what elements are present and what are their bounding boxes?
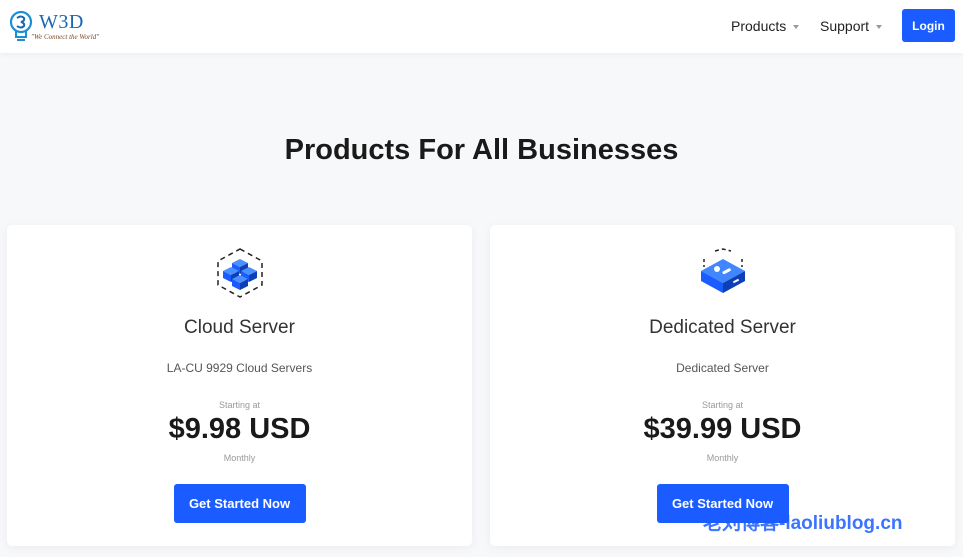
product-price: $9.98 USD xyxy=(168,413,311,445)
page-title: Products For All Businesses xyxy=(284,134,679,166)
nav-support-label: Support xyxy=(820,18,870,34)
billing-period: Monthly xyxy=(706,453,739,463)
login-button[interactable]: Login xyxy=(902,9,955,42)
nav-products[interactable]: Products xyxy=(731,18,800,34)
product-name: Dedicated Server xyxy=(649,317,796,338)
product-description: Dedicated Server xyxy=(676,361,769,375)
nav-products-label: Products xyxy=(731,18,787,34)
logo-wordmark: W3D xyxy=(39,11,84,33)
starting-at-label: Starting at xyxy=(701,400,744,410)
product-price: $39.99 USD xyxy=(643,413,802,445)
top-navbar: W3D "We Connect the World" Products Supp… xyxy=(0,0,963,53)
product-description: LA-CU 9929 Cloud Servers xyxy=(166,361,313,375)
product-card-cloud-server: Cloud Server LA-CU 9929 Cloud Servers St… xyxy=(7,225,472,546)
billing-period: Monthly xyxy=(223,453,256,463)
watermark-text: 老刘博客-laoliublog.cn xyxy=(703,513,903,534)
server-box-icon xyxy=(700,248,745,293)
chevron-down-icon xyxy=(876,25,883,30)
nav-support[interactable]: Support xyxy=(820,18,883,34)
site-logo[interactable]: W3D "We Connect the World" xyxy=(8,8,108,46)
logo-tagline: "We Connect the World" xyxy=(31,33,100,41)
cloud-cubes-icon xyxy=(216,248,263,298)
starting-at-label: Starting at xyxy=(218,400,261,410)
product-name: Cloud Server xyxy=(184,317,295,338)
product-card-dedicated-server: Dedicated Server Dedicated Server Starti… xyxy=(490,225,955,546)
get-started-button[interactable]: Get Started Now xyxy=(173,484,306,523)
chevron-down-icon xyxy=(793,25,800,30)
